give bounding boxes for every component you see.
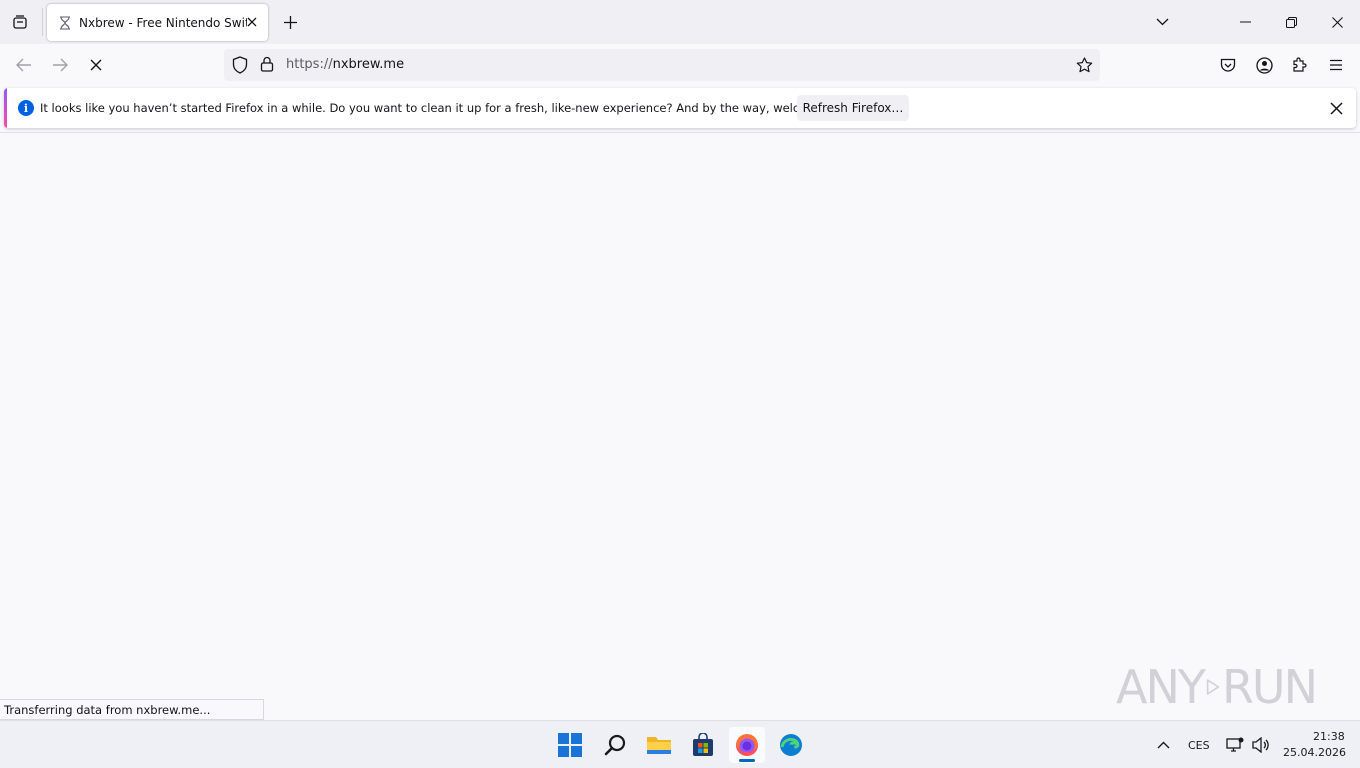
app-menu-button[interactable] — [1322, 51, 1350, 79]
url-bar[interactable]: https://nxbrew.me — [224, 49, 1100, 81]
watermark-right: RUN — [1221, 660, 1318, 714]
firefox-view-icon — [13, 15, 27, 29]
account-button[interactable] — [1250, 51, 1278, 79]
search-button[interactable] — [597, 727, 633, 763]
arrow-left-icon — [16, 58, 31, 72]
lock-icon[interactable] — [260, 56, 274, 75]
firefox-taskbar-button[interactable] — [729, 727, 765, 763]
start-icon — [558, 733, 582, 757]
anyrun-watermark: ANY RUN — [1116, 656, 1318, 718]
show-hidden-icons-button[interactable] — [1146, 727, 1180, 763]
close-icon — [1331, 16, 1343, 28]
notification-accent — [4, 88, 7, 128]
url-host: nxbrew.me — [332, 57, 405, 72]
forward-button[interactable] — [46, 51, 74, 79]
restore-icon — [1285, 16, 1297, 28]
back-button[interactable] — [10, 51, 38, 79]
bookmark-star-icon[interactable] — [1074, 55, 1094, 75]
hourglass-icon — [57, 15, 73, 31]
microsoft-store-icon — [693, 733, 713, 756]
page-content — [0, 132, 1360, 720]
url-text[interactable]: https://nxbrew.me — [286, 57, 404, 72]
minimize-icon — [1239, 21, 1251, 23]
restore-button[interactable] — [1275, 6, 1307, 38]
refresh-firefox-notification: i It looks like you haven’t started Fire… — [4, 88, 1356, 128]
file-explorer-button[interactable] — [641, 727, 677, 763]
tab-separator — [42, 8, 43, 36]
refresh-firefox-button[interactable]: Refresh Firefox… — [797, 95, 909, 121]
plus-icon — [283, 15, 297, 29]
arrow-right-icon — [53, 58, 68, 72]
pocket-icon — [1220, 58, 1236, 72]
status-panel: Transferring data from nxbrew.me... — [0, 699, 264, 720]
edge-icon — [780, 734, 802, 756]
clock-date[interactable]: 25.04.2026 — [1283, 746, 1346, 759]
url-scheme: https:// — [286, 57, 333, 72]
firefox-view-button[interactable] — [6, 8, 34, 36]
network-icon — [1226, 737, 1244, 752]
input-language[interactable]: CES — [1188, 739, 1210, 752]
tab-close-icon[interactable] — [244, 14, 260, 30]
tab-title: Nxbrew - Free Nintendo Switch — [79, 15, 247, 30]
tab-nxbrew[interactable]: Nxbrew - Free Nintendo Switch — [47, 4, 268, 41]
chevron-up-icon — [1157, 741, 1169, 749]
close-window-button[interactable] — [1321, 6, 1353, 38]
firefox-active-indicator — [739, 759, 755, 762]
edge-button[interactable] — [773, 727, 809, 763]
extensions-button[interactable] — [1286, 51, 1314, 79]
stop-icon — [90, 59, 102, 71]
pocket-button[interactable] — [1214, 51, 1242, 79]
notification-message: It looks like you haven’t started Firefo… — [40, 101, 861, 115]
network-button[interactable] — [1222, 727, 1248, 763]
navigation-toolbar: https://nxbrew.me — [0, 44, 1360, 86]
hamburger-menu-icon — [1330, 59, 1342, 71]
stop-button[interactable] — [82, 51, 110, 79]
play-logo-icon — [1206, 679, 1220, 695]
notification-close-icon[interactable] — [1328, 100, 1344, 116]
firefox-icon — [736, 734, 758, 756]
account-icon — [1255, 56, 1273, 74]
search-icon — [604, 734, 626, 756]
volume-button[interactable] — [1248, 727, 1274, 763]
speaker-icon — [1252, 737, 1269, 753]
start-button[interactable] — [552, 727, 588, 763]
puzzle-icon — [1293, 57, 1307, 72]
clock-time[interactable]: 21:38 — [1313, 730, 1345, 743]
minimize-button[interactable] — [1229, 6, 1261, 38]
tracking-protection-icon[interactable] — [232, 56, 248, 77]
new-tab-button[interactable] — [278, 10, 302, 34]
chevron-down-icon — [1156, 18, 1168, 26]
list-all-tabs-button[interactable] — [1150, 10, 1174, 34]
tab-strip: Nxbrew - Free Nintendo Switch — [0, 0, 1360, 44]
watermark-left: ANY — [1116, 660, 1206, 714]
info-icon: i — [18, 100, 34, 116]
file-explorer-icon — [647, 737, 671, 754]
windows-taskbar: CES 21:38 25.04.2026 — [0, 720, 1360, 768]
microsoft-store-button[interactable] — [685, 727, 721, 763]
